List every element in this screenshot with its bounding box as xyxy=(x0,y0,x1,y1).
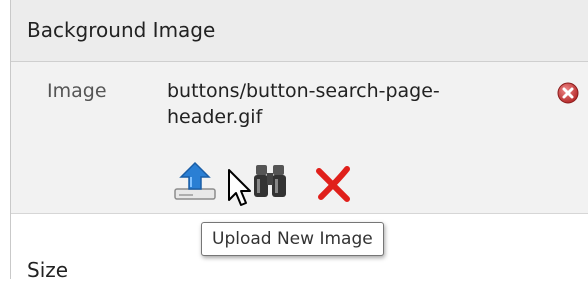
image-field-label: Image xyxy=(47,80,107,102)
upload-icon[interactable] xyxy=(173,159,233,205)
properties-panel: Background Image Image buttons/button-se… xyxy=(10,0,588,282)
delete-icon[interactable] xyxy=(313,163,353,203)
image-file-name: buttons/button-search-page-header.gif xyxy=(167,80,440,128)
tooltip: Upload New Image xyxy=(201,222,384,256)
section-header: Background Image xyxy=(11,0,588,62)
section-title: Background Image xyxy=(27,18,216,42)
mouse-pointer-icon xyxy=(227,168,253,210)
size-section-label: Size xyxy=(27,258,69,282)
binoculars-icon[interactable] xyxy=(253,161,287,201)
image-actions xyxy=(173,159,373,205)
image-field-row: Image buttons/button-search-page-header.… xyxy=(11,62,588,214)
remove-image-icon[interactable] xyxy=(557,82,579,104)
